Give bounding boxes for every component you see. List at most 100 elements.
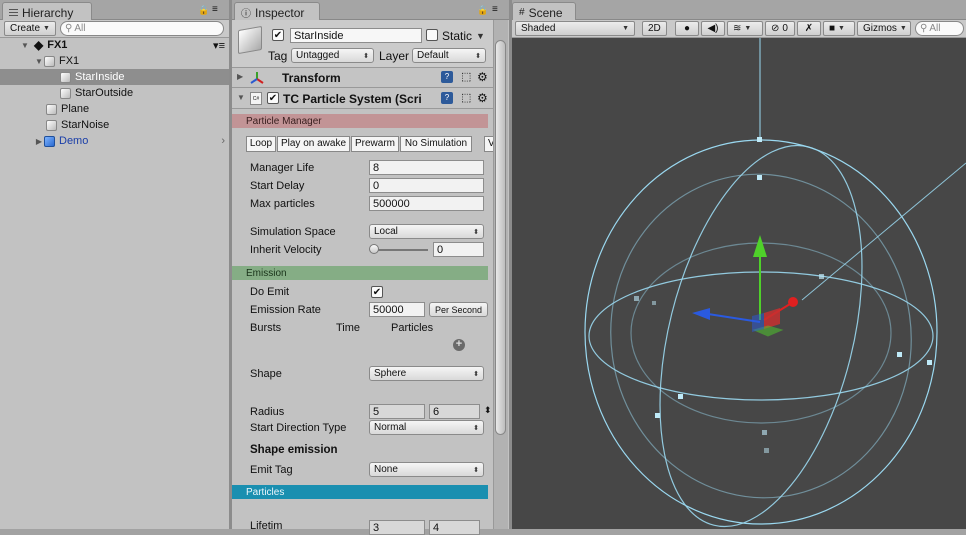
field-value: 4 <box>433 522 439 534</box>
lighting-toggle[interactable]: ● <box>675 21 699 36</box>
start-delay-field[interactable]: 0 <box>369 178 484 193</box>
bursts-label: Bursts <box>250 322 281 334</box>
expand-arrow-icon[interactable]: ▶ <box>237 72 243 81</box>
inherit-velocity-slider-thumb[interactable] <box>369 244 379 254</box>
create-button[interactable]: Create ▼ <box>4 21 56 36</box>
tree-item-label: StarInside <box>75 71 125 83</box>
hierarchy-toolbar: Create ▼ ⚲ All <box>0 20 229 38</box>
prewarm-toggle[interactable]: Prewarm <box>351 136 399 152</box>
tree-item-label: Demo <box>59 135 88 147</box>
field-label: Radius <box>250 406 284 418</box>
shading-mode-dropdown[interactable]: Shaded ▼ <box>515 21 635 36</box>
scene-search-input[interactable]: ⚲ All <box>915 21 964 36</box>
handle-point <box>762 430 767 435</box>
tree-item-plane[interactable]: Plane <box>0 101 229 117</box>
preset-icon[interactable]: ⬚ <box>461 70 471 83</box>
object-name-value: StarInside <box>294 30 344 42</box>
tree-item-starinside[interactable]: StarInside <box>0 69 229 85</box>
add-burst-icon[interactable]: + <box>453 339 465 351</box>
do-emit-checkbox[interactable]: ✔ <box>371 286 383 298</box>
static-checkbox[interactable] <box>426 29 438 41</box>
field-value: 8 <box>373 162 379 174</box>
help-icon[interactable]: ? <box>441 71 453 83</box>
lock-icon[interactable]: 🔒 <box>477 5 488 16</box>
gizmos-dropdown[interactable]: Gizmos ▼ <box>857 21 911 36</box>
layer-dropdown[interactable]: Default ⬍ <box>412 48 486 63</box>
radius-max-field[interactable]: 6 <box>429 404 480 419</box>
shape-dropdown[interactable]: Sphere ⬍ <box>369 366 484 381</box>
handle-point <box>897 352 902 357</box>
tree-item-fx1[interactable]: ▼ FX1 <box>0 53 229 69</box>
dropdown-value: Sphere <box>374 368 406 379</box>
tab-scene[interactable]: # Scene <box>512 2 576 20</box>
lock-icon[interactable]: 🔒 <box>198 5 209 16</box>
loop-toggle[interactable]: Loop <box>246 136 276 152</box>
scene-root-row[interactable]: ▼ ◆ FX1 ▾≡ <box>0 37 229 53</box>
radius-mode-icon[interactable]: ⬍ <box>484 405 492 416</box>
lifetime-max-field[interactable]: 4 <box>429 520 480 535</box>
start-direction-row: Start Direction Type <box>250 420 346 436</box>
start-direction-dropdown[interactable]: Normal ⬍ <box>369 420 484 435</box>
help-icon[interactable]: ? <box>441 92 453 104</box>
tree-item-staroutside[interactable]: StarOutside <box>0 85 229 101</box>
hidden-objects-toggle[interactable]: ⊘ 0 <box>765 21 795 36</box>
tree-item-starnoise[interactable]: StarNoise <box>0 117 229 133</box>
inherit-velocity-field[interactable]: 0 <box>433 242 484 257</box>
manager-life-field[interactable]: 8 <box>369 160 484 175</box>
play-on-awake-toggle[interactable]: Play on awake <box>277 136 350 152</box>
no-simulation-toggle[interactable]: No Simulation <box>400 136 472 152</box>
scene-menu-icon[interactable]: ▾≡ <box>213 39 225 52</box>
transform-component-header[interactable]: ▶ Transform ? ⬚ ⚙ <box>232 68 497 88</box>
emission-unit-dropdown[interactable]: Per Second <box>429 302 488 317</box>
camera-icon: ■ <box>829 23 835 34</box>
camera-dropdown[interactable]: ■▼ <box>823 21 855 36</box>
chevron-updown-icon: ⬍ <box>363 52 369 60</box>
preset-icon[interactable]: ⬚ <box>461 91 471 104</box>
audio-toggle[interactable]: ◀) <box>701 21 725 36</box>
section-emission[interactable]: Emission <box>232 266 488 280</box>
chevron-right-icon[interactable]: › <box>221 135 225 147</box>
collapse-arrow-icon[interactable]: ▼ <box>237 93 245 102</box>
mode-2d-button[interactable]: 2D <box>642 21 667 36</box>
tools-toggle[interactable]: ✗ <box>797 21 821 36</box>
panel-menu-icon[interactable]: ≡ <box>492 4 498 15</box>
radius-min-field[interactable]: 5 <box>369 404 425 419</box>
info-icon: ⓘ <box>241 5 251 20</box>
max-particles-field[interactable]: 500000 <box>369 196 484 211</box>
emission-rate-field[interactable]: 50000 <box>369 302 425 317</box>
inherit-velocity-slider-track[interactable] <box>372 249 428 251</box>
effects-dropdown[interactable]: ≋▼ <box>727 21 763 36</box>
prefab-icon <box>44 136 55 147</box>
emission-rate-row: Emission Rate <box>250 302 321 318</box>
gear-icon[interactable]: ⚙ <box>477 70 488 84</box>
search-placeholder: All <box>74 23 85 34</box>
simulation-space-dropdown[interactable]: Local ⬍ <box>369 224 484 239</box>
expand-arrow-icon[interactable]: ▶ <box>34 137 44 146</box>
script-icon: C# <box>250 92 262 105</box>
active-checkbox[interactable]: ✔ <box>272 29 284 41</box>
hidden-count: 0 <box>782 23 788 34</box>
component-enabled-checkbox[interactable]: ✔ <box>267 92 279 104</box>
lifetime-min-field[interactable]: 3 <box>369 520 425 535</box>
static-dropdown-icon[interactable]: ▼ <box>476 31 485 41</box>
do-emit-row: Do Emit <box>250 284 289 300</box>
scene-viewport[interactable] <box>512 38 966 529</box>
object-name-field[interactable]: StarInside <box>290 28 422 43</box>
hierarchy-search-input[interactable]: ⚲ All <box>60 21 224 36</box>
expand-arrow-icon[interactable]: ▼ <box>20 41 30 50</box>
tag-dropdown[interactable]: Untagged ⬍ <box>291 48 374 63</box>
tab-hierarchy[interactable]: Hierarchy <box>2 2 92 20</box>
tree-item-demo[interactable]: ▶ Demo › <box>0 133 229 149</box>
section-particles[interactable]: Particles <box>232 485 488 499</box>
emit-tag-dropdown[interactable]: None ⬍ <box>369 462 484 477</box>
particle-component-header[interactable]: ▼ C# ✔ TC Particle System (Scri ? ⬚ ⚙ <box>232 88 497 109</box>
field-value: 3 <box>373 522 379 534</box>
section-particle-manager[interactable]: Particle Manager <box>232 114 488 128</box>
scene-tabbar: # Scene <box>512 0 966 20</box>
gear-icon[interactable]: ⚙ <box>477 91 488 105</box>
panel-menu-icon[interactable]: ≡ <box>212 4 218 15</box>
search-icon: ⚲ <box>65 23 72 34</box>
expand-arrow-icon[interactable]: ▼ <box>34 57 44 66</box>
tab-inspector[interactable]: ⓘ Inspector <box>234 2 320 20</box>
inspector-scrollbar-thumb[interactable] <box>495 40 506 435</box>
